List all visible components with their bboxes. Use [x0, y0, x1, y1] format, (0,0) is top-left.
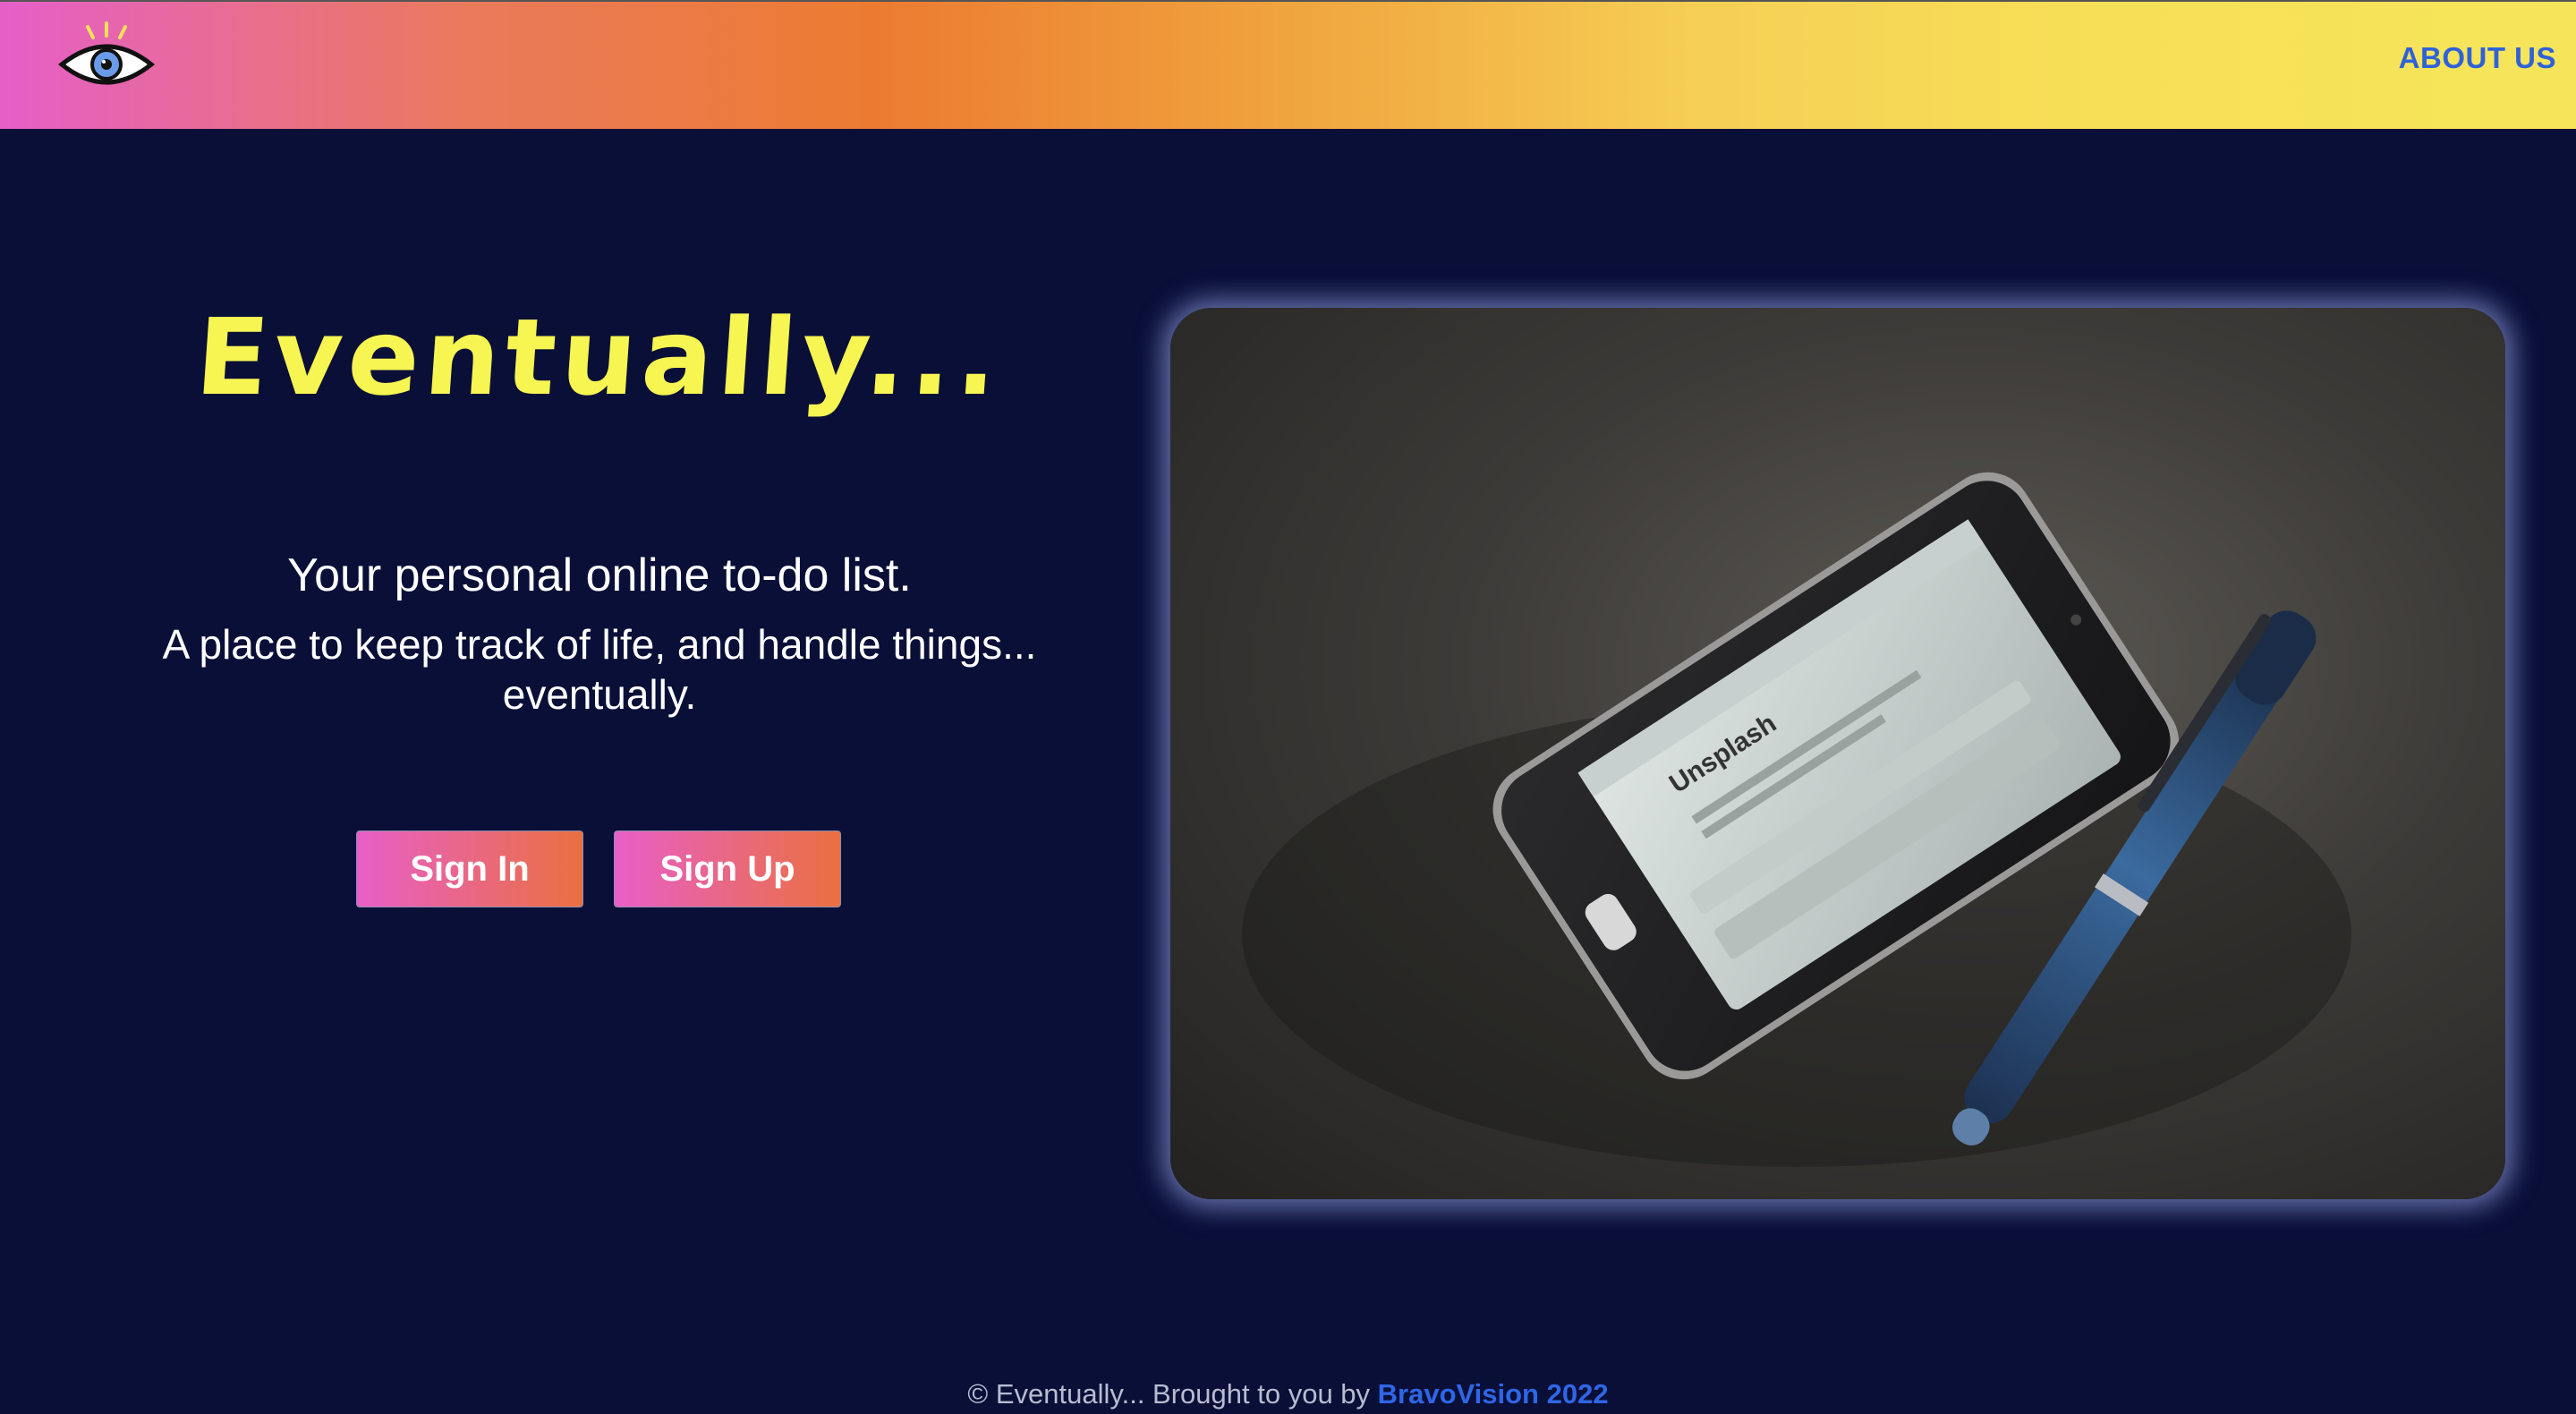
footer-credit-link[interactable]: BravoVision 2022 [1378, 1378, 1609, 1410]
sub-tagline-line-1: A place to keep track of life, and handl… [162, 621, 1037, 668]
footer-text: © Eventually... Brought to you by [967, 1378, 1378, 1410]
page-footer: © Eventually... Brought to you by BravoV… [0, 1375, 2576, 1414]
sub-tagline-line-2: eventually. [502, 671, 697, 719]
sign-up-button[interactable]: Sign Up [614, 831, 841, 907]
app-title: Eventually... [191, 295, 1007, 419]
about-us-link[interactable]: ABOUT US [2399, 41, 2556, 75]
hero-photo-phone-and-pen: Unsplash [1170, 308, 2505, 1199]
sub-tagline: A place to keep track of life, and handl… [72, 619, 1127, 720]
eye-icon[interactable] [57, 21, 156, 93]
top-navbar: ABOUT US [0, 0, 2576, 129]
sign-in-button[interactable]: Sign In [356, 831, 583, 907]
tagline: Your personal online to-do list. [287, 549, 912, 601]
